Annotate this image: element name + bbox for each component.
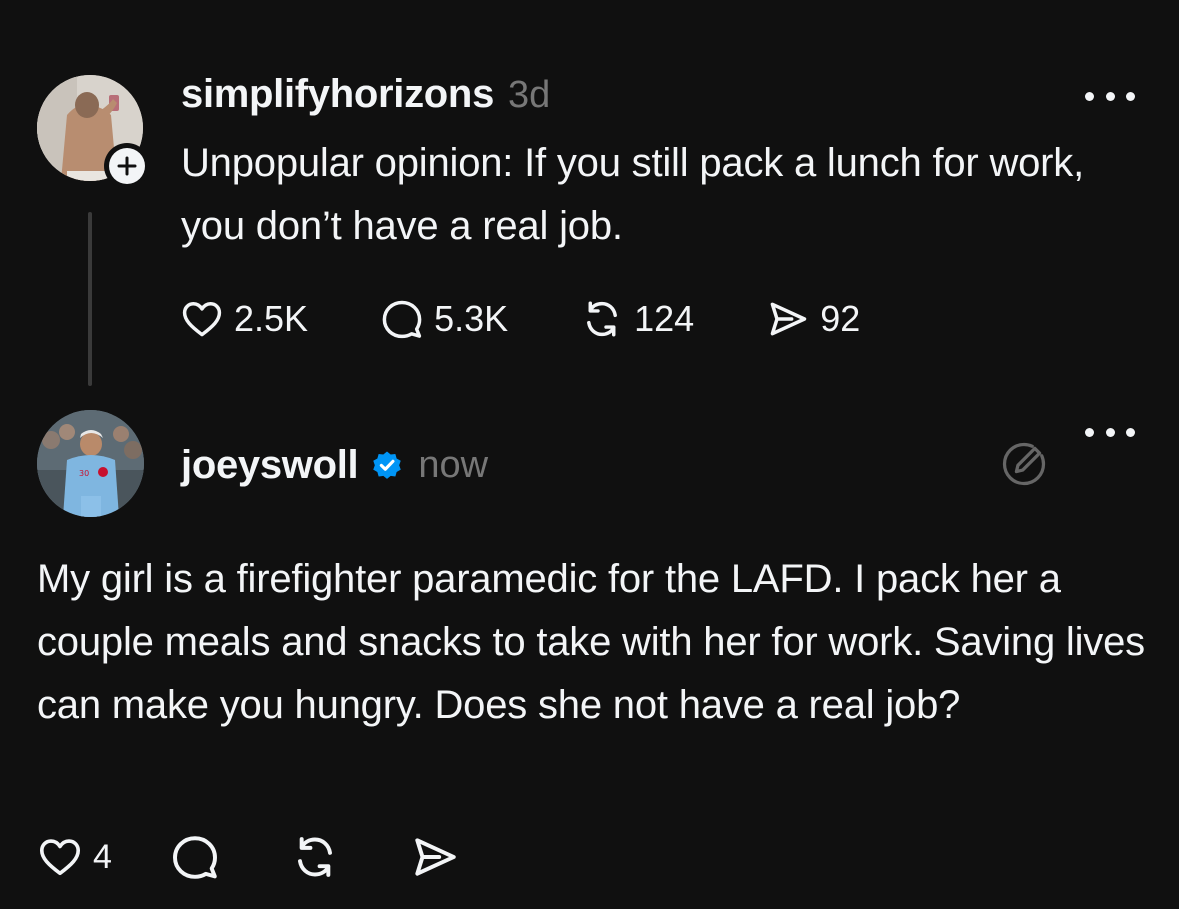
- heart-icon: [182, 302, 222, 337]
- send-icon: [770, 302, 807, 336]
- username[interactable]: simplifyhorizons: [181, 72, 494, 117]
- reply-button[interactable]: 5.3K: [380, 297, 508, 341]
- speech-bubble-icon: [382, 300, 422, 339]
- post-text: Unpopular opinion: If you still pack a l…: [181, 141, 1085, 248]
- svg-text:30: 30: [79, 469, 89, 478]
- post-header: simplifyhorizons 3d: [181, 72, 550, 120]
- edit-pencil-circle-icon[interactable]: [998, 438, 1050, 490]
- repost-icon: [587, 301, 618, 337]
- like-count: 2.5K: [234, 298, 309, 339]
- post-text: My girl is a firefighter paramedic for t…: [37, 557, 1145, 727]
- thread-line: [88, 212, 92, 386]
- reply-count: 5.3K: [434, 298, 509, 339]
- more-dots-icon: [1085, 427, 1094, 437]
- avatar-photo-baseball-player: 30: [37, 410, 144, 517]
- follow-button[interactable]: [104, 143, 150, 189]
- repost-button[interactable]: 124: [580, 297, 694, 341]
- plus-icon: [117, 156, 137, 176]
- share-button[interactable]: 92: [766, 297, 860, 341]
- post-header: joeyswoll now: [181, 440, 488, 490]
- repost-button[interactable]: [290, 832, 340, 882]
- timestamp: now: [418, 443, 489, 486]
- repost-icon: [297, 837, 332, 877]
- heart-icon: [39, 839, 81, 876]
- speech-bubble-icon: [172, 836, 217, 879]
- username[interactable]: joeyswoll: [181, 443, 359, 488]
- verified-badge-icon: [373, 451, 402, 479]
- more-options-button[interactable]: [1085, 422, 1135, 442]
- timestamp: 3d: [508, 74, 551, 116]
- share-count: 92: [820, 298, 861, 339]
- avatar-joeyswoll[interactable]: 30: [37, 410, 144, 517]
- reply-button[interactable]: [170, 832, 220, 882]
- like-count: 4: [93, 837, 112, 876]
- more-options-button[interactable]: [1085, 86, 1135, 106]
- send-icon: [415, 838, 456, 876]
- share-button[interactable]: [410, 832, 460, 882]
- post-actions: 4: [37, 832, 460, 882]
- post-actions: 2.5K 5.3K 124 92: [180, 294, 932, 344]
- like-button[interactable]: 2.5K: [180, 297, 308, 341]
- like-button[interactable]: 4: [37, 834, 112, 880]
- more-dots-icon: [1085, 91, 1094, 101]
- repost-count: 124: [634, 298, 695, 339]
